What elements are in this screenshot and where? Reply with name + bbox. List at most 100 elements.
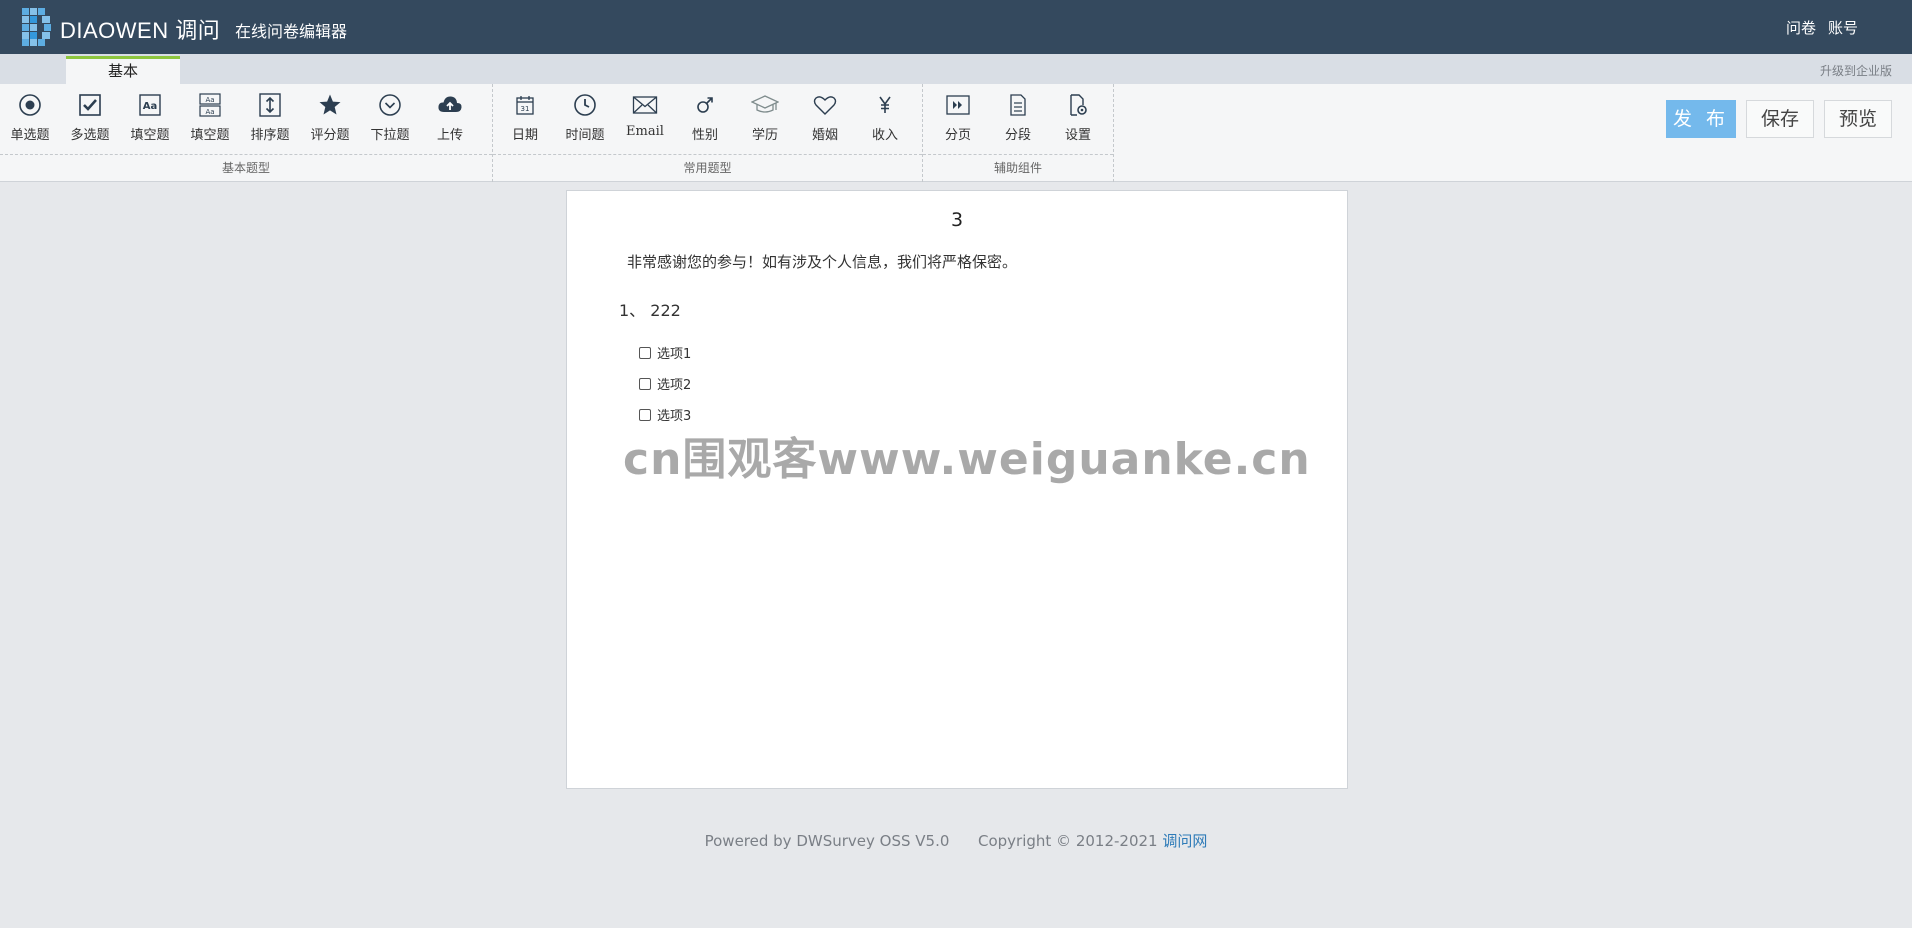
brand-name[interactable]: DIAOWEN 调问	[60, 13, 220, 45]
publish-button[interactable]: 发 布	[1665, 100, 1736, 138]
settings-icon	[1067, 90, 1089, 120]
option-item[interactable]: 选项1	[639, 337, 691, 368]
tool-label: 下拉题	[370, 128, 410, 143]
graduation-icon	[751, 90, 779, 120]
toolbar-group-items: 31 日期 时间题 Email 性别 学历 婚姻 收入	[495, 90, 915, 150]
tool-label: 填空题	[190, 128, 230, 143]
tool-email[interactable]: Email	[615, 90, 675, 150]
question-toolbar: 单选题 多选题 Aa 填空题 Aa Aa 填空题 排序题 评分题 下拉题 上传 …	[0, 84, 1912, 182]
toolbar-group-label: 辅助组件	[923, 154, 1113, 182]
tool-dropdown[interactable]: 下拉题	[360, 90, 420, 150]
clock-icon	[573, 90, 597, 120]
tool-label: 上传	[436, 128, 463, 143]
text-fill-icon: Aa	[138, 90, 162, 120]
tool-marriage[interactable]: 婚姻	[795, 90, 855, 150]
tool-multi-choice[interactable]: 多选题	[60, 90, 120, 150]
question-options: 选项1 选项2 选项3	[639, 337, 691, 430]
tool-page-break[interactable]: 分页	[928, 90, 988, 150]
tool-single-choice[interactable]: 单选题	[0, 90, 60, 150]
option-label: 选项3	[657, 409, 692, 424]
tool-label: 填空题	[130, 128, 170, 143]
dropdown-icon	[378, 90, 402, 120]
save-button[interactable]: 保存	[1745, 100, 1814, 138]
tool-label: 单选题	[10, 128, 50, 143]
tool-time[interactable]: 时间题	[555, 90, 615, 150]
diaowen-link[interactable]: 调问网	[1162, 832, 1207, 850]
diaowen-logo-icon[interactable]	[22, 8, 52, 46]
sort-icon	[258, 90, 282, 120]
page-footer: Powered by DWSurvey OSS V5.0 Copyright ©…	[0, 830, 1912, 851]
tool-settings[interactable]: 设置	[1048, 90, 1108, 150]
section-icon	[1008, 90, 1028, 120]
checkbox-icon	[78, 90, 102, 120]
powered-by-text: Powered by DWSurvey OSS V5.0	[704, 832, 950, 850]
tool-label: 收入	[871, 128, 898, 143]
star-icon	[318, 90, 342, 120]
page-break-icon	[945, 90, 971, 120]
app-header: DIAOWEN 调问 在线问卷编辑器 问卷 账号	[0, 0, 1912, 54]
upload-icon	[437, 90, 463, 120]
tool-label: 设置	[1064, 128, 1091, 143]
tool-label: 分段	[1004, 128, 1031, 143]
tool-label: 评分题	[310, 128, 350, 143]
email-icon	[632, 90, 658, 120]
tool-label: 学历	[751, 128, 778, 143]
calendar-icon: 31	[514, 90, 536, 120]
option-checkbox[interactable]	[639, 346, 651, 359]
svg-text:Aa: Aa	[143, 101, 158, 112]
editor-subtitle: 在线问卷编辑器	[235, 22, 348, 41]
svg-text:31: 31	[521, 105, 530, 113]
tool-income[interactable]: 收入	[855, 90, 915, 150]
option-checkbox[interactable]	[639, 377, 651, 390]
tool-label: 排序题	[250, 128, 290, 143]
action-buttons: 发 布 保存 预览	[1665, 100, 1892, 138]
survey-title[interactable]: 3	[567, 209, 1347, 231]
tool-gender[interactable]: 性别	[675, 90, 735, 150]
upgrade-link[interactable]: 升级到企业版	[1820, 62, 1892, 79]
tool-label: 多选题	[70, 128, 110, 143]
gender-icon	[694, 90, 716, 120]
preview-button[interactable]: 预览	[1823, 100, 1892, 138]
toolbar-group-common: 31 日期 时间题 Email 性别 学历 婚姻 收入 常用题型	[493, 84, 923, 182]
option-checkbox[interactable]	[639, 408, 651, 421]
toolbar-group-items: 单选题 多选题 Aa 填空题 Aa Aa 填空题 排序题 评分题 下拉题 上传	[0, 90, 480, 150]
tab-bar: 基本 升级到企业版	[0, 54, 1912, 84]
tool-section[interactable]: 分段	[988, 90, 1048, 150]
toolbar-group-label: 常用题型	[493, 154, 922, 182]
tool-education[interactable]: 学历	[735, 90, 795, 150]
tool-upload[interactable]: 上传	[420, 90, 480, 150]
tab-basic[interactable]: 基本	[66, 56, 180, 84]
question-title[interactable]: 1、 222	[619, 297, 681, 321]
watermark-text: cn围观客www.weiguanke.cn	[623, 434, 1311, 485]
toolbar-group-label: 基本题型	[0, 154, 492, 182]
heart-icon	[813, 90, 837, 120]
toolbar-group-basic: 单选题 多选题 Aa 填空题 Aa Aa 填空题 排序题 评分题 下拉题 上传 …	[0, 84, 493, 182]
header-nav: 问卷 账号	[1786, 17, 1858, 38]
option-label: 选项1	[657, 347, 692, 362]
nav-surveys-link[interactable]: 问卷	[1786, 17, 1816, 38]
tool-label: Email	[626, 124, 664, 139]
copyright-text: Copyright © 2012-2021	[978, 832, 1158, 850]
survey-canvas: 3 非常感谢您的参与！如有涉及个人信息，我们将严格保密。 1、 222 选项1 …	[566, 190, 1348, 789]
tool-label: 性别	[691, 128, 718, 143]
tool-fill-blank[interactable]: Aa 填空题	[120, 90, 180, 150]
radio-icon	[18, 90, 42, 120]
tool-label: 婚姻	[811, 128, 838, 143]
nav-account-link[interactable]: 账号	[1828, 17, 1858, 38]
tool-label: 分页	[944, 128, 971, 143]
tool-rating[interactable]: 评分题	[300, 90, 360, 150]
option-item[interactable]: 选项2	[639, 368, 691, 399]
yen-icon	[875, 90, 895, 120]
toolbar-group-auxiliary: 分页 分段 设置 辅助组件	[923, 84, 1114, 182]
tool-multi-fill-blank[interactable]: Aa Aa 填空题	[180, 90, 240, 150]
multi-fill-icon: Aa Aa	[198, 90, 222, 120]
tool-label: 日期	[511, 128, 538, 143]
svg-text:Aa: Aa	[205, 96, 214, 104]
tool-date[interactable]: 31 日期	[495, 90, 555, 150]
tool-sort[interactable]: 排序题	[240, 90, 300, 150]
tool-label: 时间题	[565, 128, 605, 143]
survey-description[interactable]: 非常感谢您的参与！如有涉及个人信息，我们将严格保密。	[627, 251, 1017, 272]
toolbar-group-items: 分页 分段 设置	[928, 90, 1108, 150]
svg-text:Aa: Aa	[205, 108, 214, 116]
option-label: 选项2	[657, 378, 692, 393]
